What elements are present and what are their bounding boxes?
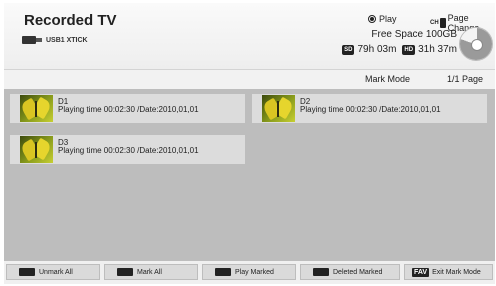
usb-label: USB1 XTICK [46,36,88,44]
mode-row: Mark Mode 1/1 Page [4,70,495,89]
sd-time: 79h 03m [357,44,397,55]
exit-mark-mode-button[interactable]: FAV Exit Mark Mode [404,264,493,280]
header: Recorded TV USB1 XTICK Play CH Page Chan… [4,3,495,70]
sd-badge: SD [342,44,355,55]
recording-time-remaining: SD 79h 03m HD 31h 37m [342,44,457,55]
recording-thumbnail [262,95,295,122]
play-marked-label: Play Marked [235,268,274,276]
play-marked-button[interactable]: Play Marked [202,264,296,280]
recording-info: Playing time 00:02:30 /Date:2010,01,01 [300,105,441,114]
mark-all-label: Mark All [137,268,162,276]
usb-device: USB1 XTICK [22,36,88,44]
yellow-key-icon [215,268,231,276]
recording-thumbnail [20,136,53,163]
blue-key-icon [313,268,329,276]
disk-usage-icon [459,27,493,61]
play-hint: Play [368,14,397,24]
ch-label: CH [430,20,439,26]
recording-info: Playing time 00:02:30 /Date:2010,01,01 [58,105,199,114]
recording-list: D1 Playing time 00:02:30 /Date:2010,01,0… [4,89,495,261]
deleted-marked-button[interactable]: Deleted Marked [300,264,400,280]
mark-all-button[interactable]: Mark All [104,264,198,280]
fav-key-icon: FAV [412,267,430,277]
page-indicator: 1/1 Page [447,74,484,84]
red-key-icon [19,268,35,276]
channel-button-icon: CH [430,18,446,28]
free-space: Free Space 100GB [371,29,457,40]
recording-info: Playing time 00:02:30 /Date:2010,01,01 [58,146,199,155]
hd-badge: HD [402,44,416,55]
recording-item-d1[interactable]: D1 Playing time 00:02:30 /Date:2010,01,0… [10,94,245,123]
recorded-tv-screen: Recorded TV USB1 XTICK Play CH Page Chan… [4,3,495,284]
deleted-marked-label: Deleted Marked [333,268,383,276]
play-hint-label: Play [379,14,397,24]
usb-icon [22,36,42,44]
hd-time: 31h 37m [418,44,457,55]
exit-mark-mode-label: Exit Mark Mode [432,268,481,276]
mode-label: Mark Mode [365,74,411,84]
page-title: Recorded TV [24,12,117,29]
footer-button-bar: Unmark All Mark All Play Marked Deleted … [4,261,495,284]
green-key-icon [117,268,133,276]
ok-button-icon [368,15,376,23]
unmark-all-label: Unmark All [39,268,73,276]
recording-item-d2[interactable]: D2 Playing time 00:02:30 /Date:2010,01,0… [252,94,487,123]
unmark-all-button[interactable]: Unmark All [6,264,100,280]
recording-item-d3[interactable]: D3 Playing time 00:02:30 /Date:2010,01,0… [10,135,245,164]
recording-thumbnail [20,95,53,122]
